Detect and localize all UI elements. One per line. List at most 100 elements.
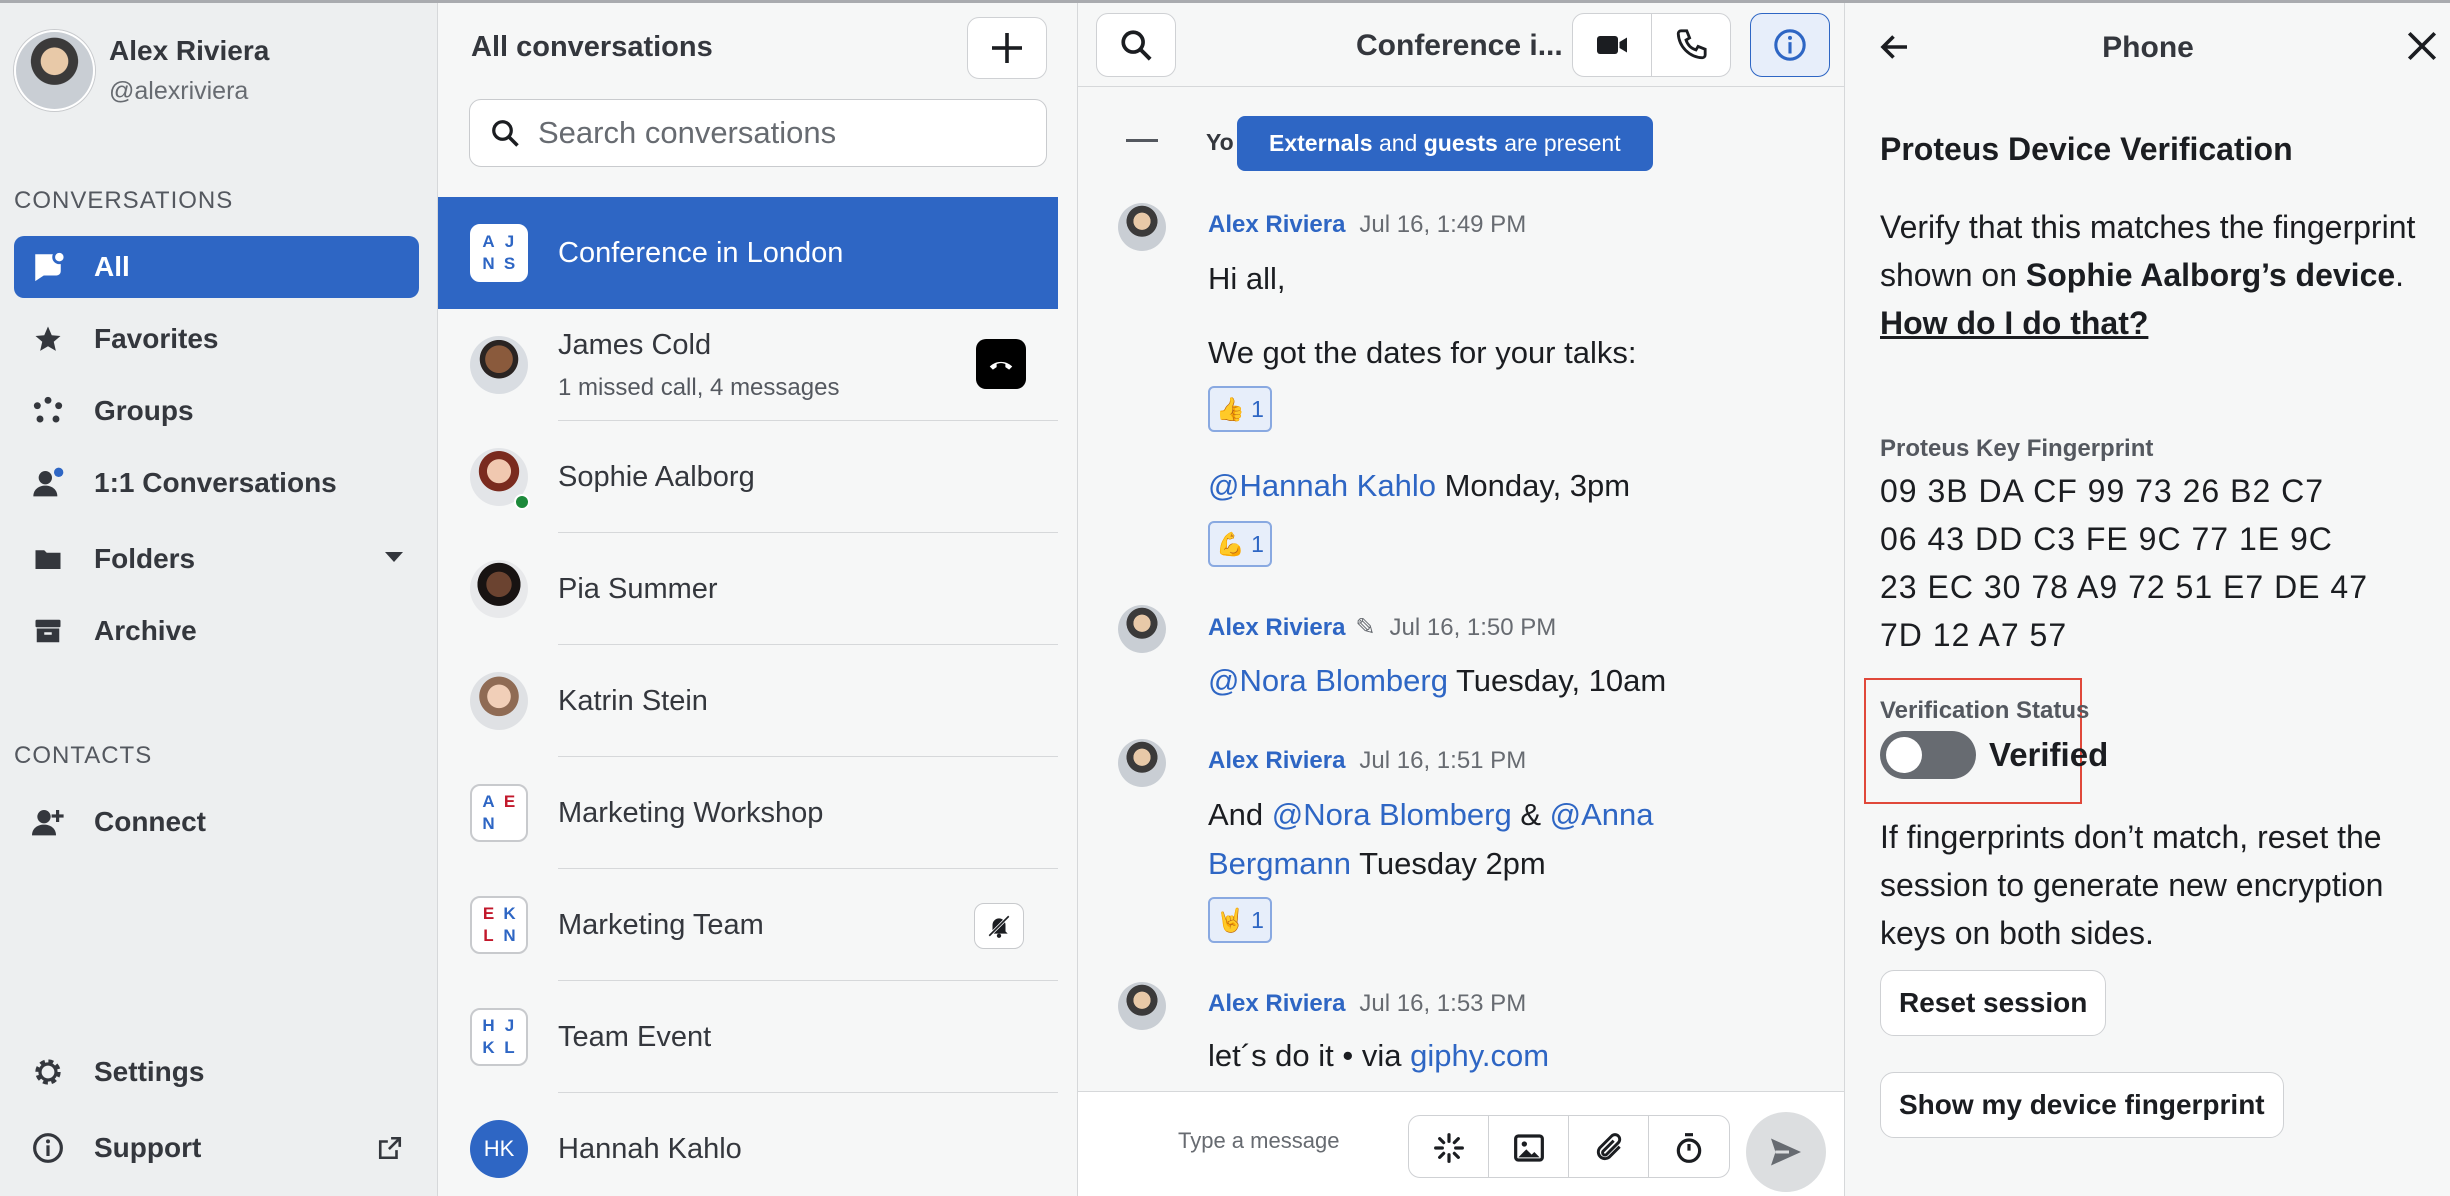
conversation-name: Marketing Workshop	[558, 797, 824, 829]
send-button[interactable]	[1746, 1112, 1826, 1192]
avatar[interactable]	[1118, 739, 1166, 787]
conversations-section-label: CONVERSATIONS	[14, 187, 234, 214]
close-icon[interactable]	[2405, 29, 2439, 68]
conversation-item-marketing-workshop[interactable]: A E N Marketing Workshop	[438, 757, 1058, 869]
message: Alex Riviera ✎ Jul 16, 1:50 PM @Nora Blomb…	[1118, 605, 1838, 715]
show-my-device-fingerprint-button[interactable]: Show my device fingerprint	[1880, 1072, 2284, 1138]
initial: E	[503, 792, 516, 811]
avatar[interactable]	[1118, 203, 1166, 251]
user-profile[interactable]: Alex Riviera @alexriviera	[14, 27, 269, 113]
muted-badge[interactable]	[974, 903, 1024, 949]
external-link-icon	[377, 1135, 403, 1168]
gear-icon	[28, 1052, 68, 1092]
initial: A	[482, 792, 495, 811]
conversation-list-panel: All conversations A J N S Conference in …	[437, 3, 1078, 1196]
chevron-down-icon[interactable]	[385, 552, 403, 562]
conversation-item-sophie-aalborg[interactable]: Sophie Aalborg	[438, 421, 1058, 533]
mention[interactable]: @Nora Blomberg	[1208, 663, 1448, 698]
search-field[interactable]	[469, 99, 1047, 167]
guest-notice-row: Yo Externals and guests are present	[1078, 111, 1844, 171]
sidebar-item-support[interactable]: Support	[14, 1117, 419, 1179]
message-author[interactable]: Alex Riviera	[1208, 990, 1345, 1017]
timed-message-button[interactable]	[1649, 1116, 1729, 1177]
message-text: We got the dates for your talks:	[1208, 335, 1637, 370]
conversation-panel: Conference i... Yo Externals and guests …	[1078, 3, 1844, 1196]
verified-toggle[interactable]	[1880, 731, 1976, 779]
initial	[499, 813, 520, 835]
conversation-item-james-cold[interactable]: James Cold 1 missed call, 4 messages	[438, 309, 1058, 421]
message-author[interactable]: Alex Riviera	[1208, 747, 1345, 774]
conversation-item-team-event[interactable]: H J K L Team Event	[438, 981, 1058, 1093]
paperclip-icon	[1596, 1132, 1621, 1160]
new-conversation-button[interactable]	[967, 17, 1047, 79]
mention[interactable]: @Hannah Kahlo	[1208, 468, 1436, 503]
help-link[interactable]: How do I do that?	[1880, 305, 2148, 341]
search-input[interactable]	[538, 115, 1018, 151]
missed-call-badge[interactable]	[976, 339, 1026, 389]
message-author[interactable]: Alex Riviera	[1208, 211, 1345, 238]
avatar[interactable]	[1118, 605, 1166, 653]
conversation-title[interactable]: Conference i...	[1356, 29, 1563, 63]
attach-file-button[interactable]	[1569, 1116, 1649, 1177]
bell-muted-icon	[988, 915, 1010, 938]
conversation-item-hannah-kahlo[interactable]: HK Hannah Kahlo	[438, 1093, 1058, 1196]
sidebar-item-connect[interactable]: Connect	[14, 791, 419, 853]
audio-call-button[interactable]	[1651, 13, 1731, 77]
conversation-name: James Cold	[558, 329, 712, 361]
avatar[interactable]	[14, 29, 95, 111]
conversation-header: Conference i...	[1078, 3, 1844, 87]
contacts-section-label: CONTACTS	[14, 742, 153, 769]
sidebar-item-favorites[interactable]: Favorites	[14, 308, 419, 370]
avatar[interactable]	[1118, 982, 1166, 1030]
send-icon	[1771, 1138, 1801, 1166]
avatar	[470, 672, 528, 730]
externals-guests-banner: Externals and guests are present	[1237, 116, 1653, 171]
mention[interactable]: @Anna	[1550, 797, 1654, 832]
conversation-item-pia-summer[interactable]: Pia Summer	[438, 533, 1058, 645]
message-author[interactable]: Alex Riviera	[1208, 614, 1345, 641]
sidebar-item-label: Support	[94, 1132, 202, 1163]
reset-session-button[interactable]: Reset session	[1880, 970, 2107, 1036]
search-button[interactable]	[1096, 13, 1176, 77]
message: Alex Riviera Jul 16, 1:53 PM let´s do it …	[1118, 982, 1838, 1082]
reaction-flexed-biceps[interactable]: 💪 1	[1208, 521, 1272, 567]
video-call-button[interactable]	[1572, 13, 1652, 77]
conversation-details-button[interactable]	[1750, 13, 1830, 77]
mention[interactable]: @Nora Blomberg	[1272, 797, 1512, 832]
device-owner-name: Sophie Aalborg’s device	[2025, 257, 2396, 293]
message-text-part: &	[1511, 797, 1550, 832]
sidebar-item-folders[interactable]: Folders	[14, 528, 419, 590]
sidebar-item-all[interactable]: All	[14, 236, 419, 298]
mention[interactable]: Bergmann	[1208, 846, 1351, 881]
initial: H	[482, 1016, 495, 1035]
initial: A	[482, 232, 495, 251]
sidebar-item-label: Groups	[94, 395, 194, 426]
sparkle-icon	[1433, 1132, 1464, 1163]
sidebar-item-1on1[interactable]: 1:1 Conversations	[14, 452, 419, 514]
avatar	[470, 560, 528, 618]
sidebar-item-settings[interactable]: Settings	[14, 1041, 419, 1103]
collapse-dash[interactable]	[1126, 139, 1158, 142]
folder-icon	[28, 539, 68, 579]
reaction-thumbs-up[interactable]: 👍 1	[1208, 386, 1272, 432]
conversation-name: Katrin Stein	[558, 685, 708, 717]
group-avatar: A J N S	[470, 224, 528, 282]
giphy-link[interactable]: giphy.com	[1410, 1038, 1549, 1073]
conversation-item-marketing-team[interactable]: E K L N Marketing Team	[438, 869, 1058, 981]
sidebar-item-archive[interactable]: Archive	[14, 600, 419, 662]
edited-pencil-icon: ✎	[1355, 614, 1376, 641]
groups-icon	[28, 391, 68, 431]
conversation-item-conference-in-london[interactable]: A J N S Conference in London	[438, 197, 1058, 309]
image-upload-button[interactable]	[1489, 1116, 1569, 1177]
message: Alex Riviera Jul 16, 1:49 PM Hi all, We g…	[1118, 203, 1838, 583]
conversation-name: Conference in London	[558, 237, 844, 269]
conversation-name: Sophie Aalborg	[558, 461, 755, 493]
verify-instructions: Verify that this matches the fingerprint…	[1880, 203, 2420, 347]
archive-icon	[28, 611, 68, 651]
message-text: Hi all,	[1208, 261, 1286, 296]
sidebar-item-groups[interactable]: Groups	[14, 380, 419, 442]
reaction-rock-on[interactable]: 🤘 1	[1208, 897, 1272, 943]
giphy-button[interactable]	[1409, 1116, 1489, 1177]
banner-and: and	[1378, 130, 1418, 156]
conversation-item-katrin-stein[interactable]: Katrin Stein	[438, 645, 1058, 757]
